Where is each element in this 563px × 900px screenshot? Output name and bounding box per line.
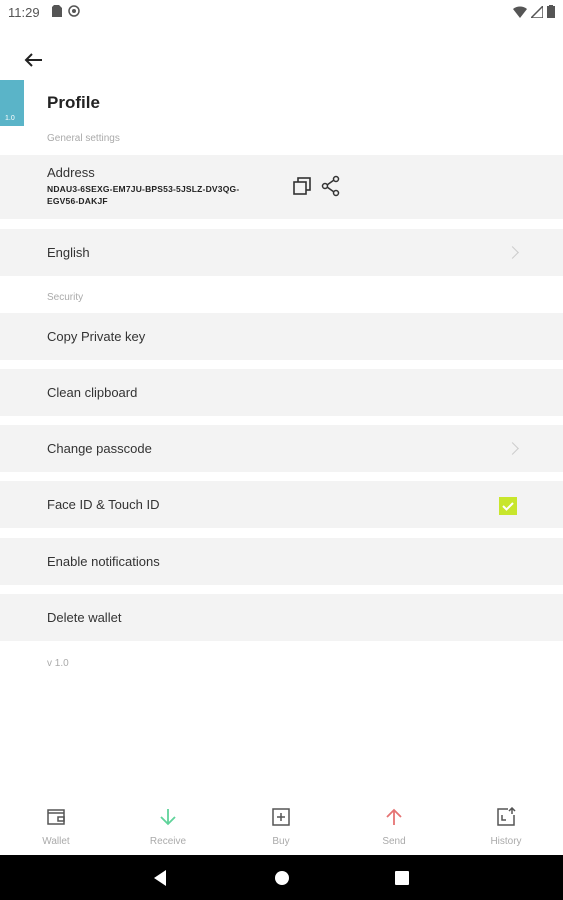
history-icon	[497, 807, 516, 826]
version-badge: 1.0	[0, 80, 24, 126]
arrow-down-icon	[160, 809, 176, 826]
bottom-tab-bar: Wallet Receive Buy Send History	[0, 795, 563, 855]
tab-label: Receive	[149, 836, 187, 847]
nav-recents-icon[interactable]	[391, 867, 413, 889]
tab-label: History	[490, 836, 522, 847]
delete-wallet-row[interactable]: Delete wallet	[0, 594, 563, 641]
tab-history[interactable]: History	[450, 795, 562, 855]
arrow-up-icon	[386, 808, 402, 825]
face-id-checkbox[interactable]	[499, 497, 517, 515]
copy-private-key-row[interactable]: Copy Private key	[0, 313, 563, 360]
at-sign-icon	[68, 5, 80, 17]
signal-icon	[531, 5, 543, 18]
tab-buy[interactable]: Buy	[225, 795, 337, 855]
enable-notifications-row[interactable]: Enable notifications	[0, 538, 563, 585]
enable-notifications-label: Enable notifications	[47, 554, 160, 569]
version-badge-label: 1.0	[5, 115, 15, 122]
share-icon[interactable]	[320, 175, 342, 197]
section-general-settings: General settings	[47, 133, 120, 144]
sim-card-icon	[52, 5, 62, 17]
nav-back-icon[interactable]	[150, 867, 172, 889]
status-time: 11:29	[8, 5, 40, 20]
tab-send[interactable]: Send	[338, 795, 450, 855]
nav-home-icon[interactable]	[271, 867, 293, 889]
clean-clipboard-label: Clean clipboard	[47, 385, 138, 400]
face-id-label: Face ID & Touch ID	[47, 497, 160, 512]
copy-icon[interactable]	[291, 175, 313, 197]
tab-label: Wallet	[42, 836, 70, 847]
system-nav-bar	[0, 855, 563, 900]
status-bar: 11:29	[0, 0, 563, 24]
address-label: Address	[47, 165, 95, 180]
tab-label: Send	[382, 836, 406, 847]
delete-wallet-label: Delete wallet	[47, 610, 122, 625]
checkmark-icon	[502, 502, 514, 511]
back-arrow-icon[interactable]	[20, 46, 48, 74]
wallet-icon	[47, 809, 65, 825]
address-value: NDAU3-6SEXG-EM7JU-BPS53-5JSLZ-DV3QG-EGV5…	[47, 184, 240, 206]
wifi-icon	[513, 5, 527, 18]
face-id-row: Face ID & Touch ID	[0, 481, 563, 528]
battery-icon	[547, 5, 555, 18]
tab-wallet[interactable]: Wallet	[0, 795, 112, 855]
language-row[interactable]: English	[0, 229, 563, 276]
chevron-right-icon	[506, 442, 519, 455]
chevron-right-icon	[506, 246, 519, 259]
section-security: Security	[47, 292, 84, 303]
tab-receive[interactable]: Receive	[112, 795, 224, 855]
page-title: Profile	[47, 93, 100, 112]
change-passcode-row[interactable]: Change passcode	[0, 425, 563, 472]
language-label: English	[47, 245, 90, 260]
address-row: Address NDAU3-6SEXG-EM7JU-BPS53-5JSLZ-DV…	[0, 155, 563, 219]
tab-label: Buy	[272, 836, 290, 847]
change-passcode-label: Change passcode	[47, 441, 152, 456]
copy-private-key-label: Copy Private key	[47, 329, 146, 344]
clean-clipboard-row[interactable]: Clean clipboard	[0, 369, 563, 416]
app-version: v 1.0	[47, 658, 69, 669]
buy-icon	[272, 808, 290, 826]
